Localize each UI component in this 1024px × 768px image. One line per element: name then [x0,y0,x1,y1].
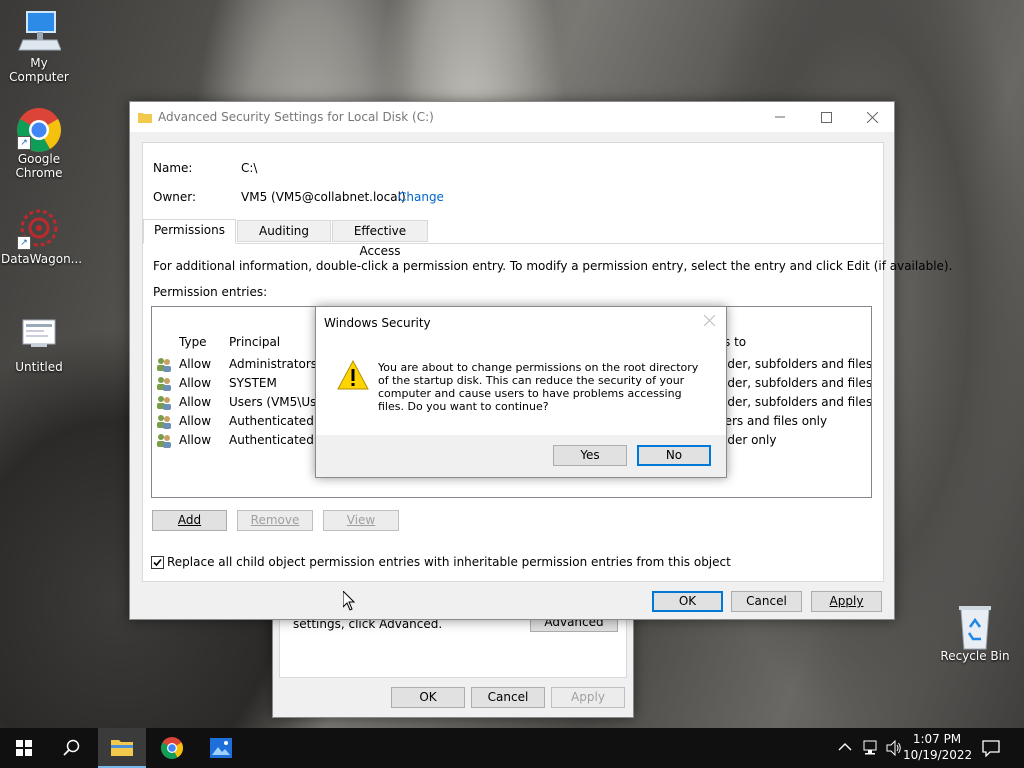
desktop-icon-untitled[interactable]: Untitled [1,314,77,374]
owner-label: Owner: [153,190,197,204]
close-icon[interactable] [703,314,716,327]
column-header-applies-to[interactable]: s to [724,333,746,352]
view-button: View [323,510,399,531]
security-message: You are about to change permissions on t… [378,361,699,413]
users-icon [156,357,172,372]
entry-type: Allow [179,414,212,428]
info-text: For additional information, double-click… [153,259,953,273]
entry-applies-to: lder, subfolders and files [724,357,872,371]
tab-auditing[interactable]: Auditing [237,220,331,242]
back-ok-button[interactable]: OK [391,687,465,708]
entry-principal: Users (VM5\User [229,395,329,409]
users-icon [156,414,172,429]
network-icon[interactable] [863,740,881,759]
notifications-icon[interactable] [982,739,1000,760]
name-label: Name: [153,161,193,175]
tab-permissions[interactable]: Permissions [143,219,236,244]
desktop-icon-google-chrome[interactable]: ↗ Google Chrome [1,106,77,180]
desktop-icon-label: DataWagon... [1,252,83,266]
desktop-icon-label: My Computer [9,56,69,84]
change-owner-link[interactable]: Change [398,190,444,204]
no-button[interactable]: No [637,445,711,466]
shortcut-arrow-icon: ↗ [17,236,31,250]
document-icon [17,314,61,358]
back-cancel-button[interactable]: Cancel [471,687,545,708]
entry-applies-to: lder, subfolders and files [724,395,872,409]
shortcut-arrow-icon: ↗ [17,136,31,150]
show-hidden-icons-icon[interactable] [838,741,852,755]
volume-icon[interactable] [886,739,902,759]
column-header-type[interactable]: Type [179,333,207,352]
window-titlebar[interactable]: Advanced Security Settings for Local Dis… [130,102,894,132]
desktop-icon-label: Google Chrome [15,152,63,180]
desktop-icon-recycle-bin[interactable]: Recycle Bin [937,603,1013,663]
users-icon [156,395,172,410]
users-icon [156,433,172,448]
yes-button[interactable]: Yes [553,445,627,466]
clock[interactable]: 1:07 PM 10/19/2022 [903,731,973,763]
entry-principal: Authenticated U [229,414,327,428]
name-value: C:\ [241,161,258,175]
desktop-icon-datawagon[interactable]: ↗ DataWagon... [1,206,83,266]
warning-icon [337,359,369,393]
entry-type: Allow [179,433,212,447]
window-title: Advanced Security Settings for Local Dis… [158,110,434,124]
cancel-button[interactable]: Cancel [731,591,802,612]
entry-type: Allow [179,357,212,371]
entry-type: Allow [179,376,212,390]
mouse-cursor-icon [342,589,356,614]
maximize-icon[interactable] [806,102,846,132]
security-dialog-title: Windows Security [324,316,431,330]
entry-applies-to: ders and files only [717,414,828,428]
search-icon [63,739,80,756]
windows-logo-icon [16,740,32,756]
entry-applies-to: lder only [724,433,777,447]
desktop-icon-label: Recycle Bin [940,649,1010,663]
close-icon[interactable] [852,102,892,132]
minimize-icon[interactable] [760,102,800,132]
recycle-bin-icon [953,603,997,650]
clock-date: 10/19/2022 [903,748,973,762]
remove-button: Remove [237,510,313,531]
entry-principal: SYSTEM [229,376,277,390]
search-button[interactable] [48,728,96,768]
clock-time: 1:07 PM [912,732,962,746]
checkmark-icon [153,558,162,567]
taskbar-photos[interactable] [197,728,245,768]
replace-checkbox[interactable] [151,556,164,569]
tab-effective-access[interactable]: Effective Access [332,220,428,258]
datawagon-icon: ↗ [17,206,61,250]
entry-type: Allow [179,395,212,409]
security-button-bar: Yes No [316,435,726,477]
apply-button[interactable]: Apply [811,591,882,612]
chrome-icon [161,737,183,759]
taskbar: 1:07 PM 10/19/2022 [0,728,1024,768]
entry-applies-to: lder, subfolders and files [724,376,872,390]
computer-icon [17,10,62,54]
replace-checkbox-label[interactable]: Replace all child object permission entr… [167,555,731,569]
chrome-icon: ↗ [17,106,61,152]
entry-principal: Authenticated U [229,433,327,447]
windows-security-dialog: Windows Security You are about to change… [315,306,727,478]
ok-button[interactable]: OK [652,591,723,612]
start-button[interactable] [0,728,48,768]
column-header-principal[interactable]: Principal [229,333,280,352]
tab-strip-line [143,243,883,244]
taskbar-chrome[interactable] [148,728,196,768]
back-apply-button: Apply [551,687,625,708]
users-icon [156,376,172,391]
desktop-icon-label: Untitled [15,360,63,374]
taskbar-file-explorer[interactable] [98,728,146,768]
permission-entries-label: Permission entries: [153,285,268,299]
folder-icon [138,111,152,123]
photos-icon [210,738,232,758]
owner-value: VM5 (VM5@collabnet.local) [241,190,406,204]
file-explorer-icon [111,740,133,756]
desktop-icon-my-computer[interactable]: My Computer [1,10,77,84]
add-button[interactable]: Add [152,510,227,531]
